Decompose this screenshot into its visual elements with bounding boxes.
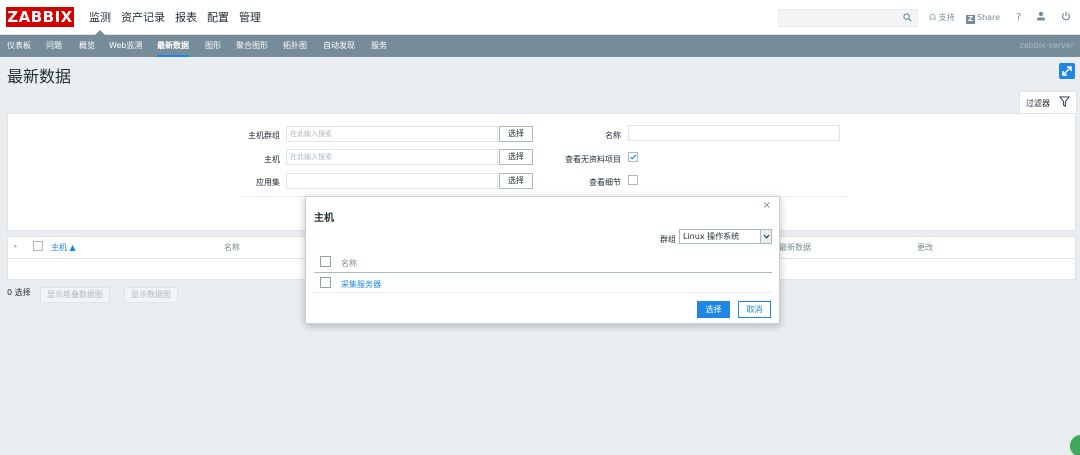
- main-nav: 监测 资产记录 报表 配置 管理: [84, 0, 266, 35]
- checkmark-icon: [630, 154, 637, 160]
- sub-nav: 仪表板 问题 概览 Web监测 最新数据 图形 聚合图形 拓扑图 自动发现 服务…: [0, 35, 1080, 57]
- host-group-select-button[interactable]: 选择: [499, 126, 533, 142]
- logout-button[interactable]: [1061, 0, 1071, 35]
- tab-graphs[interactable]: 图形: [205, 35, 221, 57]
- search-input[interactable]: [778, 9, 918, 27]
- filter-tab[interactable]: 过滤器: [1019, 91, 1077, 113]
- tab-screens[interactable]: 聚合图形: [236, 35, 268, 57]
- share-link[interactable]: Z Share: [966, 0, 1000, 35]
- cancel-button[interactable]: 取消: [738, 301, 771, 318]
- server-name: zabbix-server: [1019, 41, 1074, 50]
- tab-latest-data[interactable]: 最新数据: [157, 35, 189, 57]
- expand-all-icon[interactable]: ▸: [14, 242, 18, 250]
- chevron-down-icon: [760, 230, 771, 243]
- group-select-value: Linux 操作系统: [683, 232, 740, 241]
- fullscreen-button[interactable]: [1059, 63, 1075, 79]
- group-label: 群组: [660, 235, 676, 244]
- zabbix-logo[interactable]: ZABBIX: [6, 7, 74, 27]
- close-icon[interactable]: ×: [763, 200, 771, 211]
- share-icon: Z: [966, 15, 975, 24]
- column-latest-data: 最新数据: [779, 243, 811, 252]
- group-select[interactable]: Linux 操作系统: [679, 229, 772, 244]
- dialog-row-divider: [314, 292, 772, 293]
- show-without-data-checkbox[interactable]: [628, 152, 638, 162]
- search-icon[interactable]: [903, 13, 912, 22]
- show-details-label: 查看细节: [589, 178, 621, 187]
- column-name[interactable]: 名称: [224, 242, 240, 253]
- show-details-checkbox[interactable]: [628, 175, 638, 185]
- nav-monitoring[interactable]: 监测: [84, 0, 116, 35]
- host-group-label: 主机群组: [248, 131, 280, 140]
- filter-tab-label: 过滤器: [1026, 99, 1050, 108]
- tab-maps[interactable]: 拓扑图: [283, 35, 307, 57]
- host-row-link[interactable]: 采集服务器: [341, 279, 381, 290]
- host-label: 主机: [264, 155, 280, 164]
- host-select-button[interactable]: 选择: [499, 149, 533, 165]
- help-button[interactable]: ?: [1016, 0, 1021, 35]
- column-change: 更改: [917, 243, 933, 252]
- application-label: 应用集: [256, 178, 280, 187]
- page-title: 最新数据: [7, 67, 72, 86]
- nav-reports[interactable]: 报表: [170, 0, 202, 35]
- selected-count: 0 选择: [7, 288, 31, 297]
- support-label: 支持: [938, 13, 955, 22]
- power-icon: [1061, 11, 1071, 21]
- show-stacked-graph-button[interactable]: 显示堆叠数据图: [40, 287, 110, 303]
- nav-administration[interactable]: 管理: [234, 0, 266, 35]
- name-label: 名称: [605, 131, 621, 140]
- show-graph-button[interactable]: 显示数据图: [124, 287, 178, 303]
- tab-problems[interactable]: 问题: [46, 35, 62, 57]
- show-without-data-label: 查看无资料项目: [565, 155, 621, 164]
- select-all-checkbox[interactable]: [33, 241, 43, 251]
- headset-icon: ☊: [929, 13, 937, 22]
- application-input[interactable]: [286, 173, 498, 189]
- select-button[interactable]: 选择: [697, 301, 730, 318]
- fullscreen-icon: [1062, 66, 1072, 76]
- host-group-input[interactable]: 在此输入搜索: [286, 126, 498, 142]
- nav-configuration[interactable]: 配置: [202, 0, 234, 35]
- host-row-checkbox[interactable]: [320, 277, 331, 288]
- dialog-header-divider: [314, 272, 772, 273]
- tab-web[interactable]: Web监测: [109, 35, 142, 57]
- nav-inventory[interactable]: 资产记录: [116, 0, 170, 35]
- column-host[interactable]: 主机 ▲: [51, 242, 76, 253]
- host-picker-dialog: 主机 × 群组 Linux 操作系统 名称 采集服务器 选择 取消: [305, 196, 780, 324]
- user-icon: [1037, 11, 1045, 21]
- dialog-title: 主机: [314, 213, 334, 224]
- tab-services[interactable]: 服务: [371, 35, 387, 57]
- support-link[interactable]: ☊ 支持: [929, 0, 955, 35]
- floating-widget-icon[interactable]: [1068, 433, 1080, 455]
- top-header: ZABBIX 监测 资产记录 报表 配置 管理 ☊ 支持 Z Share ?: [0, 0, 1080, 35]
- share-label: Share: [977, 13, 1001, 22]
- user-profile-button[interactable]: [1036, 0, 1046, 35]
- tab-discovery[interactable]: 自动发现: [323, 35, 355, 57]
- tab-dashboard[interactable]: 仪表板: [7, 35, 31, 57]
- application-select-button[interactable]: 选择: [499, 173, 533, 189]
- select-all-hosts-checkbox[interactable]: [320, 256, 331, 267]
- name-input[interactable]: [628, 125, 840, 141]
- host-input[interactable]: 在此输入搜索: [286, 149, 498, 165]
- column-name-header: 名称: [341, 259, 357, 268]
- filter-icon: [1059, 96, 1070, 107]
- tab-overview[interactable]: 概览: [79, 35, 95, 57]
